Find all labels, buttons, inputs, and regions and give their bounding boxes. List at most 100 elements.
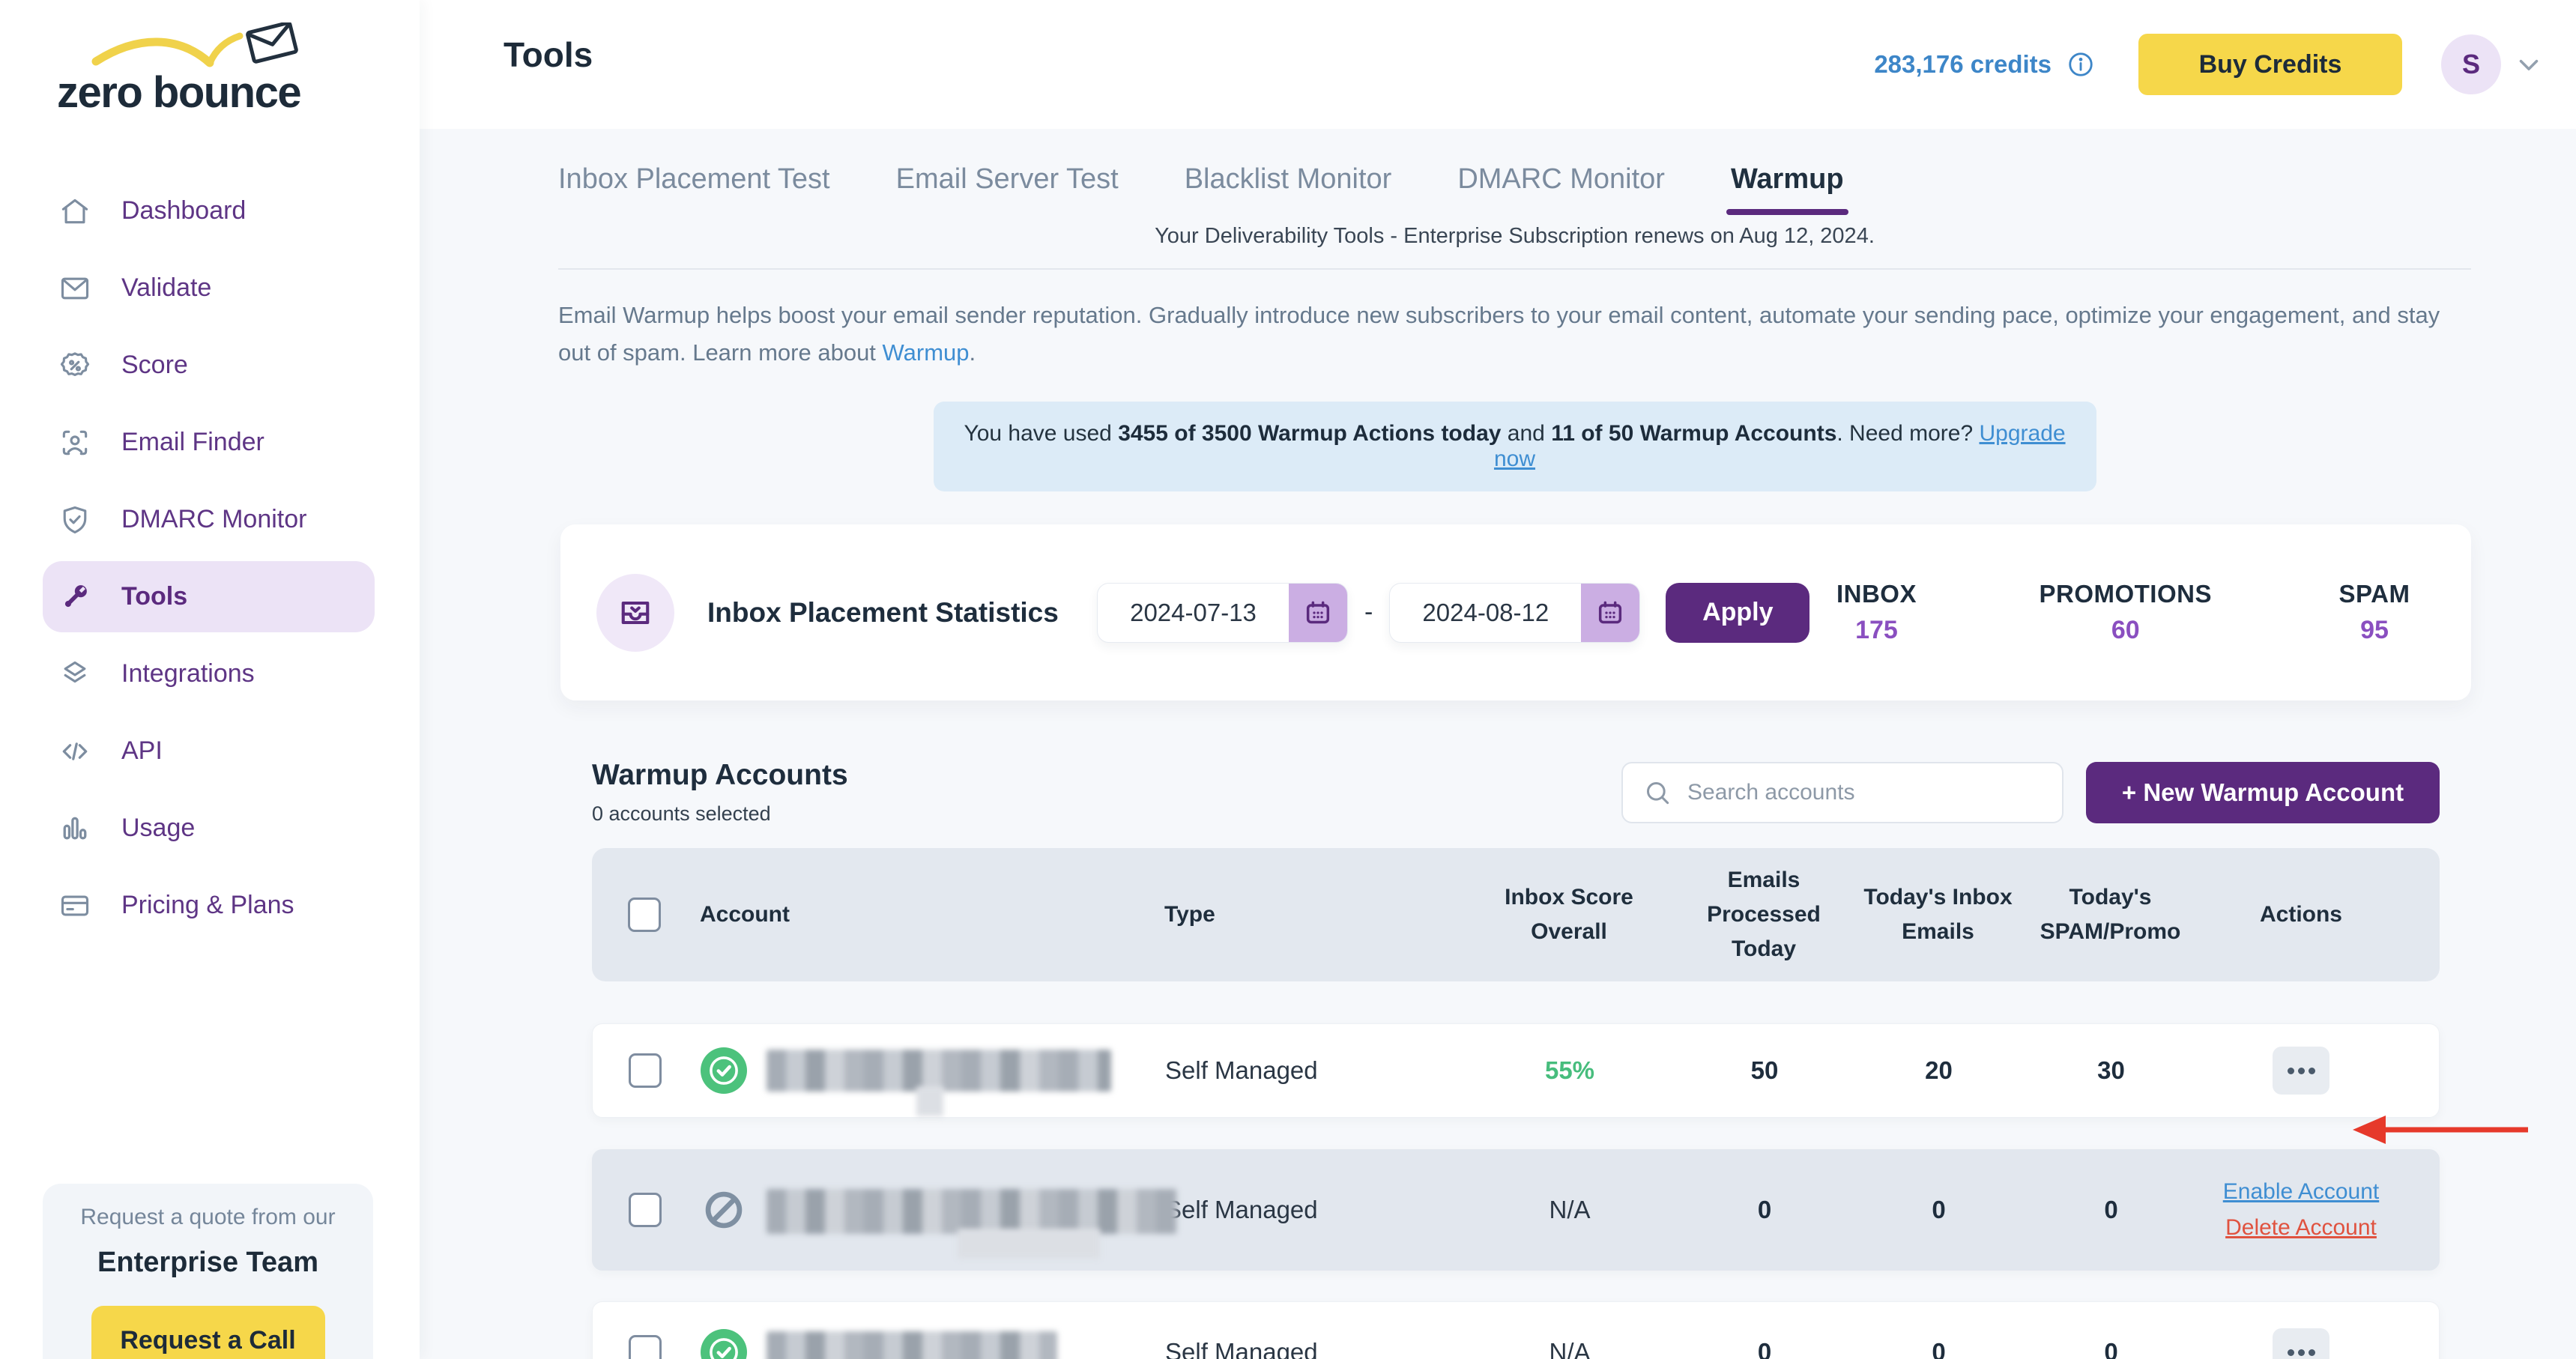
sidebar-nav: Dashboard Validate Score Email Finder DM… bbox=[0, 172, 420, 944]
stat-label: SPAM bbox=[2326, 580, 2423, 608]
calendar-icon[interactable] bbox=[1581, 584, 1639, 642]
new-warmup-account-button[interactable]: + New Warmup Account bbox=[2086, 762, 2440, 823]
row-actions-menu-button[interactable] bbox=[2273, 1047, 2329, 1095]
warmup-accounts-title: Warmup Accounts bbox=[592, 759, 848, 792]
sidebar-item-dashboard[interactable]: Dashboard bbox=[0, 172, 420, 249]
wrench-icon bbox=[58, 581, 91, 614]
apply-button[interactable]: Apply bbox=[1666, 583, 1809, 643]
stat-value: 95 bbox=[2326, 616, 2423, 645]
avatar-initial: S bbox=[2462, 49, 2480, 80]
buy-credits-button[interactable]: Buy Credits bbox=[2138, 34, 2402, 95]
envelope-icon bbox=[58, 272, 91, 305]
shield-check-icon bbox=[58, 503, 91, 536]
delete-account-link[interactable]: Delete Account bbox=[2225, 1215, 2377, 1241]
inbox-score-value: N/A bbox=[1465, 1196, 1675, 1224]
sidebar-item-integrations[interactable]: Integrations bbox=[0, 635, 420, 712]
emails-processed-value: 0 bbox=[1675, 1196, 1854, 1224]
subscription-subtitle: Your Deliverability Tools - Enterprise S… bbox=[558, 224, 2471, 249]
bar-chart-icon bbox=[58, 812, 91, 845]
sidebar-item-label: Tools bbox=[121, 582, 187, 611]
sidebar-item-tools[interactable]: Tools bbox=[0, 558, 420, 635]
inbox-placement-statistics-card: Inbox Placement Statistics 2024-07-13 - … bbox=[560, 524, 2471, 700]
stat-spam: SPAM 95 bbox=[2326, 580, 2423, 645]
sidebar-item-api[interactable]: API bbox=[0, 712, 420, 790]
chevron-down-icon[interactable] bbox=[2513, 49, 2545, 80]
warmup-link[interactable]: Warmup bbox=[883, 339, 970, 366]
tab-blacklist-monitor[interactable]: Blacklist Monitor bbox=[1185, 163, 1392, 215]
sidebar-item-usage[interactable]: Usage bbox=[0, 790, 420, 867]
account-type: Self Managed bbox=[1165, 1338, 1465, 1359]
account-type: Self Managed bbox=[1165, 1196, 1465, 1224]
accounts-selected-count: 0 accounts selected bbox=[592, 802, 848, 826]
sidebar-item-label: Usage bbox=[121, 814, 195, 843]
sidebar-item-label: Dashboard bbox=[121, 196, 246, 226]
date-from-field[interactable]: 2024-07-13 bbox=[1097, 583, 1348, 643]
notice-actions-count: 3455 of 3500 Warmup Actions today bbox=[1118, 421, 1501, 446]
todays-inbox-value: 0 bbox=[1854, 1196, 2023, 1224]
ellipsis-icon bbox=[2288, 1349, 2294, 1356]
warmup-description: Email Warmup helps boost your email send… bbox=[558, 297, 2471, 372]
row-actions-menu-button[interactable] bbox=[2273, 1328, 2329, 1359]
percent-badge-icon bbox=[58, 349, 91, 382]
accounts-search[interactable] bbox=[1621, 762, 2063, 823]
request-call-button[interactable]: Request a Call bbox=[91, 1306, 325, 1359]
todays-inbox-value: 20 bbox=[1854, 1056, 2023, 1085]
stat-value: 175 bbox=[1827, 616, 1925, 645]
account-type: Self Managed bbox=[1165, 1056, 1465, 1085]
select-all-checkbox[interactable] bbox=[628, 898, 661, 932]
credits-balance[interactable]: 283,176 credits bbox=[1874, 50, 2052, 79]
code-icon bbox=[58, 735, 91, 768]
search-input[interactable] bbox=[1687, 780, 2043, 805]
sidebar-item-label: Score bbox=[121, 351, 188, 380]
todays-spam-value: 30 bbox=[2023, 1056, 2199, 1085]
home-icon bbox=[58, 195, 91, 228]
sidebar-item-validate[interactable]: Validate bbox=[0, 249, 420, 327]
calendar-icon[interactable] bbox=[1289, 584, 1347, 642]
warmup-description-text: Email Warmup helps boost your email send… bbox=[558, 302, 2440, 366]
date-to-field[interactable]: 2024-08-12 bbox=[1389, 583, 1640, 643]
row-checkbox[interactable] bbox=[629, 1053, 662, 1088]
tab-dmarc-monitor[interactable]: DMARC Monitor bbox=[1457, 163, 1665, 215]
topbar-right: 283,176 credits Buy Credits S bbox=[1874, 0, 2545, 129]
main-content: Inbox Placement Test Email Server Test B… bbox=[558, 129, 2471, 1359]
account-name-redacted bbox=[767, 1187, 1165, 1233]
sidebar-item-score[interactable]: Score bbox=[0, 327, 420, 404]
column-header-emails-processed: Emails Processed Today bbox=[1674, 863, 1854, 966]
sidebar-item-label: Pricing & Plans bbox=[121, 891, 294, 920]
inbox-score-value: 55% bbox=[1465, 1056, 1675, 1085]
column-header-inbox-score: Inbox Score Overall bbox=[1464, 880, 1674, 949]
info-icon[interactable] bbox=[2066, 50, 2095, 79]
table-header-row: Account Type Inbox Score Overall Emails … bbox=[592, 848, 2440, 981]
enable-account-link[interactable]: Enable Account bbox=[2223, 1179, 2380, 1205]
stats-card-title: Inbox Placement Statistics bbox=[707, 597, 1059, 629]
avatar[interactable]: S bbox=[2441, 34, 2501, 94]
usage-notice: You have used 3455 of 3500 Warmup Action… bbox=[934, 402, 2096, 491]
account-cell bbox=[701, 1329, 1165, 1359]
tab-warmup[interactable]: Warmup bbox=[1731, 163, 1844, 215]
sidebar-item-email-finder[interactable]: Email Finder bbox=[0, 404, 420, 481]
topbar: Tools 283,176 credits Buy Credits S bbox=[420, 0, 2576, 129]
zerobounce-logo[interactable]: zero bounce bbox=[54, 21, 369, 133]
layers-icon bbox=[58, 658, 91, 691]
stat-value: 60 bbox=[2039, 616, 2212, 645]
sidebar-item-dmarc-monitor[interactable]: DMARC Monitor bbox=[0, 481, 420, 558]
row-checkbox[interactable] bbox=[629, 1335, 662, 1359]
notice-text: You have used bbox=[964, 421, 1118, 446]
notice-text: and bbox=[1501, 421, 1551, 446]
sidebar-item-label: DMARC Monitor bbox=[121, 505, 306, 534]
date-range-picker: 2024-07-13 - 2024-08-12 Apply bbox=[1097, 583, 1809, 643]
emails-processed-value: 50 bbox=[1675, 1056, 1854, 1085]
account-name-redacted bbox=[767, 1329, 1165, 1359]
warmup-description-period: . bbox=[970, 339, 976, 366]
tab-inbox-placement-test[interactable]: Inbox Placement Test bbox=[558, 163, 830, 215]
sidebar: zero bounce Dashboard Validate Score Ema… bbox=[0, 0, 420, 1359]
warmup-accounts-titles: Warmup Accounts 0 accounts selected bbox=[592, 759, 848, 826]
person-frame-icon bbox=[58, 426, 91, 459]
blocked-circle-icon bbox=[701, 1187, 747, 1233]
tab-email-server-test[interactable]: Email Server Test bbox=[896, 163, 1119, 215]
row-checkbox[interactable] bbox=[629, 1193, 662, 1227]
column-header-todays-spam: Today's SPAM/Promo bbox=[2022, 880, 2198, 949]
sidebar-item-pricing-plans[interactable]: Pricing & Plans bbox=[0, 867, 420, 944]
stat-promotions: PROMOTIONS 60 bbox=[2039, 580, 2212, 645]
account-name-redacted bbox=[767, 1047, 1165, 1094]
